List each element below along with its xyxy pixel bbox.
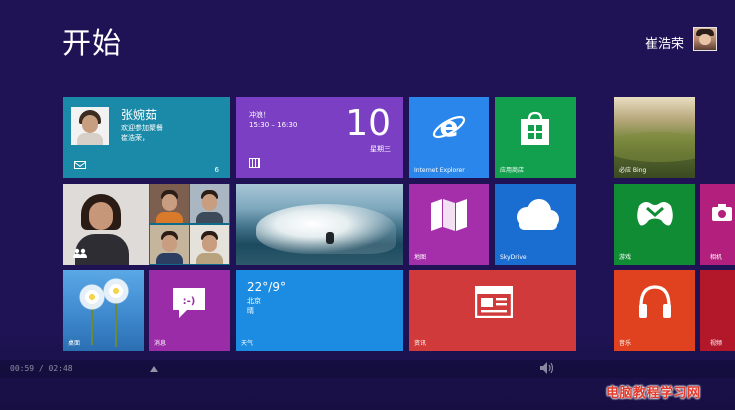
people-tile[interactable]: 张婉茹 欢迎参加聚餐 崔浩荣， 6: [63, 97, 230, 178]
calendar-tile[interactable]: 冲浪！ 15:30 – 16:30 10 星期三: [236, 97, 403, 178]
tile-label: 应用商店: [500, 167, 525, 174]
store-tile[interactable]: 应用商店: [495, 97, 576, 178]
music-tile[interactable]: 音乐: [614, 270, 695, 351]
contact-photo: [71, 107, 109, 145]
tile-label: 桌面: [68, 340, 81, 347]
internet-explorer-tile[interactable]: e Internet Explorer: [409, 97, 489, 178]
video-seek-bar[interactable]: [0, 360, 735, 378]
contact-message: 欢迎参加聚餐 崔浩荣，: [121, 123, 221, 143]
wave-image: [256, 204, 396, 254]
calendar-weekday: 星期三: [370, 145, 391, 153]
message-line: 欢迎参加聚餐: [121, 124, 163, 132]
unread-count: 6: [214, 166, 219, 174]
video-timecode: 00:59 / 02:48: [10, 364, 73, 373]
tile-label: 资讯: [414, 340, 427, 347]
tile-label: 音乐: [619, 340, 632, 347]
start-title: 开始: [62, 26, 123, 60]
skydrive-tile[interactable]: SkyDrive: [495, 184, 576, 265]
maps-tile[interactable]: 地图: [409, 184, 489, 265]
chat-bubble-icon: :-): [173, 288, 205, 318]
news-tile[interactable]: 资讯: [409, 270, 576, 351]
tile-label: SkyDrive: [500, 254, 527, 261]
game-controller-icon: [637, 202, 673, 226]
site-watermark: 电脑教程学习网: [606, 386, 701, 401]
weather-condition: 晴: [247, 307, 254, 315]
tile-label: 必应 Bing: [619, 167, 647, 174]
calendar-icon: [249, 158, 260, 168]
video-tile[interactable]: 视频: [700, 270, 735, 351]
surfer-image: [326, 232, 334, 244]
photos-tile[interactable]: [63, 184, 230, 265]
calendar-event: 冲浪！ 15:30 – 16:30: [249, 110, 297, 130]
tile-label: Internet Explorer: [414, 167, 465, 174]
contact-name: 张婉茹: [121, 108, 158, 122]
newspaper-icon: [475, 286, 513, 318]
flower-image: [79, 284, 105, 310]
user-avatar[interactable]: [693, 27, 717, 51]
photo-cell: [190, 184, 229, 223]
weather-city: 北京: [247, 297, 261, 305]
message-line: 崔浩荣，: [121, 134, 149, 142]
surf-photo-tile[interactable]: [236, 184, 403, 265]
svg-text::-): :-): [183, 296, 196, 307]
map-icon: [431, 199, 467, 231]
photo-cell: [190, 225, 229, 264]
seek-handle[interactable]: [150, 366, 158, 372]
camera-tile[interactable]: 相机: [700, 184, 735, 265]
mail-icon: [74, 161, 86, 169]
games-tile[interactable]: 游戏: [614, 184, 695, 265]
landscape-image: [614, 132, 695, 162]
people-group-icon: [73, 248, 87, 258]
photo-cell: [150, 184, 189, 223]
headphones-icon: [639, 285, 671, 318]
event-title: 冲浪！: [249, 111, 270, 119]
tile-label: 相机: [710, 254, 723, 261]
user-name[interactable]: 崔浩荣: [645, 33, 684, 52]
tile-label: 游戏: [619, 254, 632, 261]
photo-cell: [150, 225, 189, 264]
camera-icon: [712, 204, 732, 221]
tile-label: 视频: [710, 340, 723, 347]
weather-temperature: 22°/9°: [247, 280, 286, 294]
store-bag-icon: [521, 111, 549, 145]
svg-text:e: e: [440, 110, 459, 143]
flower-image: [103, 278, 129, 304]
volume-icon[interactable]: [540, 362, 554, 374]
desktop-tile[interactable]: 桌面: [63, 270, 144, 351]
tile-label: 天气: [241, 340, 254, 347]
calendar-day: 10: [345, 103, 391, 144]
tile-label: 地图: [414, 254, 427, 261]
bing-tile[interactable]: 必应 Bing: [614, 97, 695, 178]
cloud-icon: [517, 199, 559, 230]
weather-tile[interactable]: 22°/9° 北京 晴 天气: [236, 270, 403, 351]
messaging-tile[interactable]: :-) 消息: [149, 270, 230, 351]
weather-location: 北京 晴: [247, 296, 261, 316]
tile-label: 消息: [154, 340, 167, 347]
event-time: 15:30 – 16:30: [249, 121, 298, 129]
internet-explorer-icon: e: [432, 110, 466, 143]
